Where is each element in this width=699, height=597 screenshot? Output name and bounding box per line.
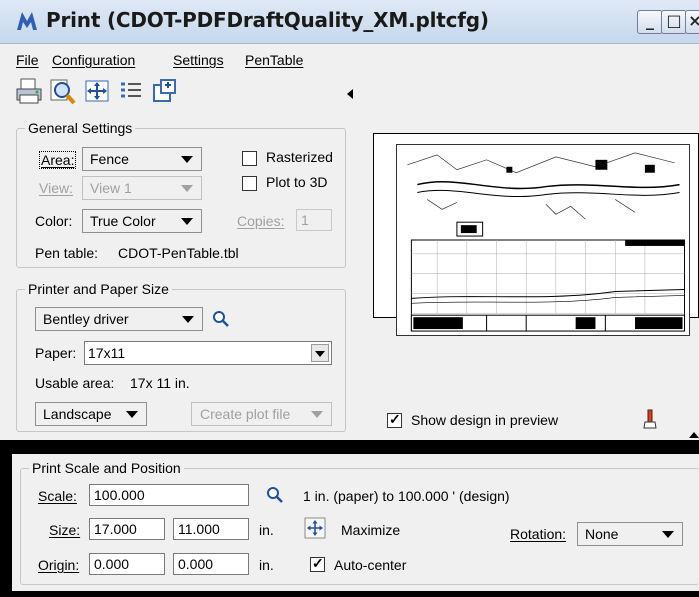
preview-magnifier-icon[interactable]	[48, 76, 78, 106]
pen-table-value: CDOT-PenTable.tbl	[118, 245, 239, 261]
chevron-down-icon	[315, 351, 325, 357]
printer-driver-value: Bentley driver	[43, 311, 129, 327]
show-design-label: Show design in preview	[411, 412, 559, 428]
scale-label: Scale:	[38, 488, 77, 504]
copies-label: Copies:	[237, 213, 285, 229]
printer-paper-title: Printer and Paper Size	[25, 281, 172, 297]
orientation-select[interactable]: Landscape	[35, 402, 147, 426]
scale-description: 1 in. (paper) to 100.000 ' (design)	[303, 488, 510, 504]
separator-bar	[0, 440, 699, 454]
rasterized-text: Rasterized	[266, 149, 333, 165]
size-label: Size:	[49, 522, 81, 538]
color-value: True Color	[90, 213, 156, 229]
pen-brush-icon[interactable]	[641, 408, 659, 430]
chevron-down-icon	[311, 411, 323, 418]
auto-center-checkbox[interactable]: ✓	[310, 555, 325, 572]
orientation-value: Landscape	[43, 406, 112, 422]
printer-driver-select[interactable]: Bentley driver	[35, 307, 203, 331]
color-label: Color:	[35, 213, 73, 229]
paper-value: 17x11	[88, 345, 126, 361]
menu-pentable[interactable]: PenTable	[245, 52, 303, 68]
origin-label: Origin:	[38, 557, 80, 573]
close-button[interactable]: ×	[685, 10, 699, 34]
paper-label: Paper:	[35, 345, 77, 361]
area-label: Area:	[39, 151, 77, 169]
view-value: View 1	[90, 180, 132, 196]
size-width-input[interactable]: 17.000	[89, 518, 165, 540]
chevron-down-icon	[181, 185, 193, 192]
create-plot-file-button[interactable]: Create plot file	[191, 402, 332, 426]
checkmark-icon: ✓	[312, 555, 324, 571]
plot-to-3d-checkbox[interactable]	[242, 176, 257, 191]
area-select[interactable]: Fence	[82, 147, 202, 171]
chevron-down-icon	[662, 531, 674, 538]
usable-area-label: Usable area:	[35, 375, 115, 391]
menu-configuration[interactable]: Configuration	[52, 52, 135, 68]
auto-center-label: Auto-center	[334, 557, 407, 573]
collapse-arrow-icon[interactable]	[347, 89, 353, 99]
size-height-input[interactable]: 11.000	[173, 518, 249, 540]
view-select[interactable]: View 1	[82, 176, 202, 200]
chevron-down-icon	[126, 411, 138, 418]
create-plot-file-label: Create plot file	[200, 406, 291, 422]
general-settings-title: General Settings	[25, 120, 136, 136]
print-scale-title: Print Scale and Position	[29, 460, 184, 476]
paper-select[interactable]: 17x11	[84, 341, 332, 365]
scale-input[interactable]: 100.000	[89, 484, 249, 506]
copies-input[interactable]: 1	[296, 209, 332, 231]
maximize-label[interactable]: Maximize	[341, 522, 400, 538]
expand-arrow-icon[interactable]	[689, 432, 699, 438]
maximize-icon[interactable]	[304, 517, 326, 539]
show-design-checkbox[interactable]: ✓	[387, 411, 402, 428]
chevron-down-icon	[181, 156, 193, 163]
printer-icon[interactable]	[14, 76, 44, 106]
plot-to-3d-label: Plot to 3D	[266, 174, 328, 190]
rotation-value: None	[585, 526, 619, 542]
rotation-select[interactable]: None	[577, 522, 683, 546]
color-select[interactable]: True Color	[82, 209, 202, 233]
usable-area-value: 17x 11 in.	[130, 375, 190, 391]
size-unit: in.	[259, 522, 274, 538]
microstation-print-icon	[17, 12, 37, 30]
chevron-down-icon	[181, 218, 193, 225]
area-value: Fence	[90, 151, 129, 167]
origin-y-input[interactable]: 0.000	[173, 553, 249, 575]
maximize-button[interactable]: □	[661, 10, 687, 34]
copy-window-icon[interactable]	[150, 76, 180, 106]
rasterized-checkbox[interactable]	[242, 151, 257, 166]
rotation-label: Rotation:	[510, 526, 567, 542]
minimize-button[interactable]: _	[637, 10, 663, 34]
design-preview-image	[396, 144, 690, 336]
maximize-area-icon[interactable]	[82, 76, 112, 106]
magnifier-icon[interactable]	[212, 310, 230, 328]
menu-file[interactable]: File	[16, 52, 39, 68]
origin-unit: in.	[259, 557, 274, 573]
menu-settings[interactable]: Settings	[173, 52, 224, 68]
checkmark-icon: ✓	[389, 411, 401, 427]
chevron-down-icon	[182, 316, 194, 323]
title-bar[interactable]: Print (CDOT-PDFDraftQuality_XM.pltcfg) _…	[0, 0, 699, 44]
view-label: View:	[39, 180, 73, 196]
print-dialog: Print (CDOT-PDFDraftQuality_XM.pltcfg) _…	[0, 0, 699, 597]
origin-x-input[interactable]: 0.000	[89, 553, 165, 575]
window-title: Print (CDOT-PDFDraftQuality_XM.pltcfg)	[46, 8, 489, 32]
list-icon[interactable]	[116, 76, 146, 106]
scale-magnifier-icon[interactable]	[266, 486, 284, 504]
pen-table-label: Pen table:	[35, 245, 99, 261]
dropdown-button[interactable]	[311, 344, 329, 362]
menu-bar: File Configuration Settings PenTable	[0, 44, 699, 74]
